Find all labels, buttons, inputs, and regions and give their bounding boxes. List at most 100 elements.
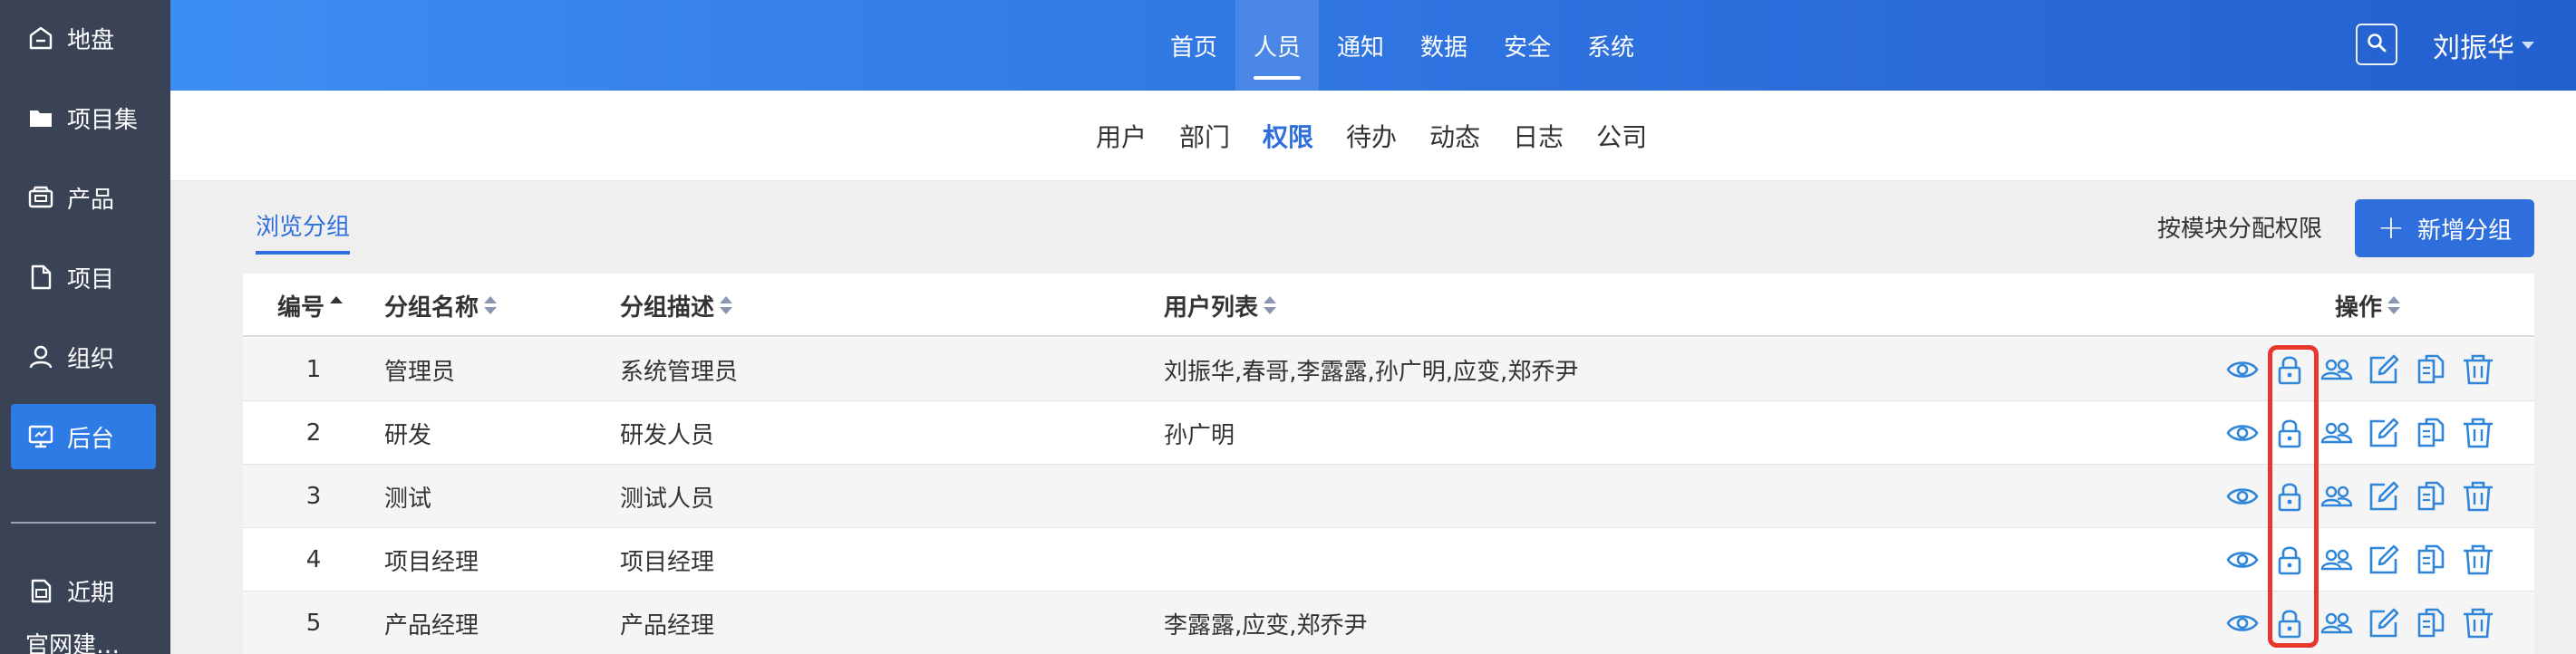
edit-icon[interactable]	[2366, 415, 2402, 451]
copy-icon[interactable]	[2413, 415, 2449, 451]
header-id[interactable]: 编号	[277, 274, 344, 337]
subnav-todo[interactable]: 待办	[1330, 91, 1413, 181]
lock-icon[interactable]	[2271, 605, 2308, 641]
sidebar-item-label: 项目集	[67, 106, 139, 134]
sidebar-item-org[interactable]: 组织	[0, 324, 170, 390]
cell-desc: 研发人员	[620, 421, 715, 449]
sidebar-item-product[interactable]: 产品	[0, 165, 170, 230]
row-actions	[2224, 465, 2507, 528]
table-row: 5 产品经理 产品经理 李露露,应变,郑乔尹	[243, 591, 2534, 654]
subnav-dept[interactable]: 部门	[1163, 91, 1246, 181]
sidebar-item-programs[interactable]: 项目集	[0, 85, 170, 150]
edit-icon[interactable]	[2366, 478, 2402, 515]
lock-icon[interactable]	[2271, 542, 2308, 578]
nav-security[interactable]: 安全	[1486, 0, 1569, 91]
trash-icon[interactable]	[2460, 351, 2496, 388]
table-header: 编号 分组名称 分组描述 用户列表 操作	[243, 274, 2534, 337]
row-actions	[2224, 528, 2507, 591]
trash-icon[interactable]	[2460, 542, 2496, 578]
edit-icon[interactable]	[2366, 351, 2402, 388]
subnav-users[interactable]: 用户	[1080, 91, 1163, 181]
copy-icon[interactable]	[2413, 542, 2449, 578]
cell-id: 3	[305, 483, 322, 510]
subnav-dynamic[interactable]: 动态	[1413, 91, 1496, 181]
lock-icon[interactable]	[2271, 415, 2308, 451]
sidebar-item-label: 组织	[67, 345, 115, 373]
cell-desc: 系统管理员	[620, 358, 739, 386]
team-icon[interactable]	[2319, 542, 2355, 578]
trash-icon[interactable]	[2460, 605, 2496, 641]
eye-icon[interactable]	[2224, 478, 2261, 515]
assign-by-module-link[interactable]: 按模块分配权限	[2157, 210, 2322, 244]
header-name[interactable]: 分组名称	[384, 274, 498, 337]
cell-name: 产品经理	[384, 611, 479, 640]
subnav-permission[interactable]: 权限	[1246, 91, 1330, 181]
subnav-company[interactable]: 公司	[1580, 91, 1663, 181]
team-icon[interactable]	[2319, 478, 2355, 515]
subnav-log[interactable]: 日志	[1496, 91, 1580, 181]
sidebar-item-admin[interactable]: 后台	[11, 404, 156, 469]
nav-data[interactable]: 数据	[1402, 0, 1486, 91]
monitor-icon	[25, 421, 56, 452]
top-header: 首页 人员 通知 数据 安全 系统 刘振华	[170, 0, 2576, 91]
header-actions-label: 操作	[2335, 293, 2383, 322]
trash-icon[interactable]	[2460, 478, 2496, 515]
lock-icon[interactable]	[2271, 351, 2308, 388]
sidebar-item-home[interactable]: 地盘	[0, 5, 170, 71]
group-table: 编号 分组名称 分组描述 用户列表 操作 1 管理员 系统管理员 刘振华,春哥,…	[243, 274, 2534, 654]
sub-nav: 用户 部门 权限 待办 动态 日志 公司	[170, 91, 2576, 181]
plus-icon: +	[2377, 209, 2406, 246]
add-group-button[interactable]: + 新增分组	[2355, 199, 2534, 257]
file-icon	[25, 262, 56, 293]
nav-notify[interactable]: 通知	[1319, 0, 1402, 91]
header-desc[interactable]: 分组描述	[620, 274, 733, 337]
eye-icon[interactable]	[2224, 605, 2261, 641]
add-group-label: 新增分组	[2417, 216, 2513, 245]
cell-users: 孙广明	[1164, 421, 1235, 449]
nav-system[interactable]: 系统	[1569, 0, 1652, 91]
header-users[interactable]: 用户列表	[1164, 274, 1277, 337]
sidebar-item-project[interactable]: 项目	[0, 245, 170, 310]
edit-icon[interactable]	[2366, 542, 2402, 578]
user-menu[interactable]: 刘振华	[2433, 0, 2534, 91]
sidebar-item-label: 后台	[67, 425, 115, 453]
team-icon[interactable]	[2319, 415, 2355, 451]
trash-icon[interactable]	[2460, 415, 2496, 451]
nav-people[interactable]: 人员	[1235, 0, 1320, 91]
header-actions[interactable]: 操作	[2335, 274, 2401, 337]
row-actions	[2224, 338, 2507, 401]
sidebar-item-recent[interactable]: 近期	[0, 558, 170, 623]
copy-icon[interactable]	[2413, 605, 2449, 641]
table-row: 3 测试 测试人员	[243, 465, 2534, 528]
home-icon	[25, 23, 56, 53]
product-icon	[25, 182, 56, 213]
sidebar: 地盘 项目集 产品 项目 组织 后台 近期 官网建…	[0, 0, 170, 654]
cell-id: 1	[305, 356, 322, 383]
user-icon	[25, 341, 56, 372]
cell-name: 管理员	[384, 358, 456, 386]
edit-icon[interactable]	[2366, 605, 2402, 641]
search-icon	[2366, 32, 2387, 57]
recent-subitem[interactable]: 官网建…	[25, 627, 120, 654]
cell-desc: 产品经理	[620, 611, 715, 640]
team-icon[interactable]	[2319, 605, 2355, 641]
copy-icon[interactable]	[2413, 478, 2449, 515]
folder-icon	[25, 102, 56, 133]
cell-name: 研发	[384, 421, 432, 449]
cell-desc: 测试人员	[620, 485, 715, 513]
sort-icon	[1264, 296, 1277, 314]
sidebar-item-label: 项目	[67, 265, 115, 293]
cell-id: 2	[305, 419, 322, 447]
copy-icon[interactable]	[2413, 351, 2449, 388]
table-row: 4 项目经理 项目经理	[243, 528, 2534, 591]
eye-icon[interactable]	[2224, 542, 2261, 578]
lock-icon[interactable]	[2271, 478, 2308, 515]
search-button[interactable]	[2356, 24, 2397, 65]
eye-icon[interactable]	[2224, 415, 2261, 451]
team-icon[interactable]	[2319, 351, 2355, 388]
main-nav: 首页 人员 通知 数据 安全 系统	[1152, 0, 1652, 91]
eye-icon[interactable]	[2224, 351, 2261, 388]
nav-home[interactable]: 首页	[1152, 0, 1235, 91]
sort-asc-icon	[330, 296, 344, 314]
tab-browse-groups[interactable]: 浏览分组	[256, 208, 351, 255]
